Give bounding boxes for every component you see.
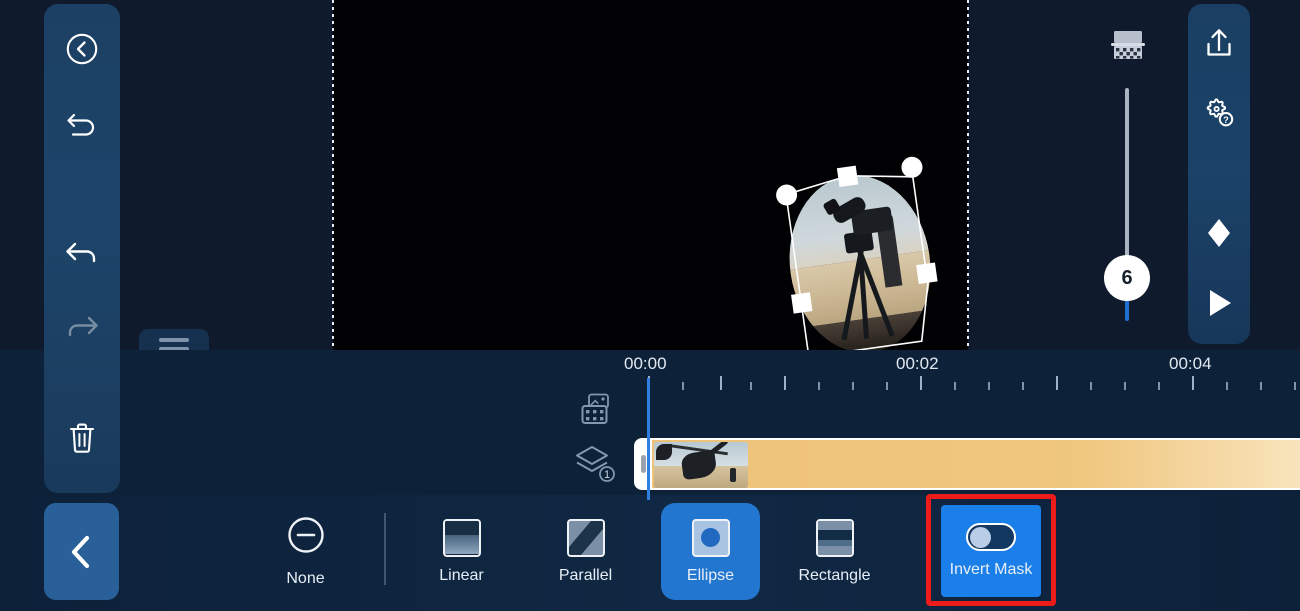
options-divider [384,513,386,585]
thumbnail-palm [656,444,672,460]
ruler-tick-minor [750,382,752,390]
canvas-guide-right [967,0,969,350]
mask-handle-bottom-left[interactable] [791,292,813,314]
slider-knob[interactable]: 6 [1104,255,1150,301]
hamburger-line [159,337,189,342]
ellipse-mask-icon [691,518,730,557]
mask-handle-mid-right[interactable] [916,262,938,284]
ruler-tick-major [920,376,922,390]
mask-option-label: Rectangle [798,566,871,584]
thumbnail-distant-person [730,468,736,482]
chevron-left-icon [71,535,89,568]
canvas-guide-left [332,0,334,350]
mask-options-bar [0,495,1300,611]
mask-option-label: Linear [439,566,484,584]
ruler-tick-major [784,376,786,390]
ruler-tick-major [1056,376,1058,390]
ruler-tick-minor [886,382,888,390]
ruler-time-label: 00:00 [624,354,667,373]
ruler-tick-minor [954,382,956,390]
mask-option-label: Ellipse [686,566,735,584]
export-upload-icon[interactable] [1188,8,1250,78]
mask-option-linear[interactable]: Linear [412,503,511,600]
mask-option-ellipse[interactable]: Ellipse [661,503,760,600]
slider-fill [1125,299,1129,321]
redo-arrow-icon[interactable] [44,290,120,364]
circle-minus-icon [286,515,326,560]
toggle-switch-icon[interactable] [966,523,1016,551]
mask-handle-top-center[interactable] [836,165,859,188]
parallel-mask-icon [566,518,605,557]
ruler-tick-minor [852,382,854,390]
ruler-tick-minor [1294,382,1296,390]
ruler-tick-minor [682,382,684,390]
gear-help-icon[interactable]: ? [1188,78,1250,148]
clip-body[interactable] [652,438,1300,490]
back-circle-icon[interactable] [44,12,120,86]
clip-handle-grip [640,455,646,473]
undo-arrow-icon[interactable] [44,216,120,290]
layer-badge-count: 1 [604,469,610,481]
hamburger-icon[interactable] [139,329,209,350]
hamburger-line [159,346,189,350]
ruler-tick-minor [1124,382,1126,390]
ruler-tick-major [1192,376,1194,390]
right-toolbar: ? [1188,4,1250,344]
rectangle-mask-icon [815,518,854,557]
ruler-time-label: 00:02 [896,354,939,373]
mask-option-label: None [286,570,325,587]
toggle-knob [970,527,991,548]
media-frames-icon[interactable] [580,393,618,432]
toolbar-gap [44,160,120,216]
feather-slider[interactable]: 6 [1100,26,1154,321]
feather-mask-icon[interactable] [1109,26,1147,71]
bottom-back-button[interactable] [44,503,119,600]
layers-icon[interactable]: 1 [575,445,619,490]
timeline-ruler[interactable]: 00:00 00:02 00:04 [0,350,1300,390]
ruler-tick-minor [1090,382,1092,390]
mask-option-none[interactable]: None [256,503,355,600]
timeline-playhead[interactable] [647,378,650,500]
mask-option-rectangle[interactable]: Rectangle [785,503,884,600]
ruler-tick-minor [1158,382,1160,390]
ruler-tick-minor [1260,382,1262,390]
play-icon[interactable] [1188,268,1250,338]
ruler-tick-minor [988,382,990,390]
mask-option-invert[interactable]: Invert Mask [941,505,1041,597]
trash-icon[interactable] [44,401,120,475]
mask-option-parallel[interactable]: Parallel [536,503,635,600]
mask-option-label: Parallel [558,566,613,584]
ruler-time-label: 00:04 [1169,354,1212,373]
undo-loop-icon[interactable] [44,86,120,160]
ruler-tick-major [720,376,722,390]
ruler-tick-minor [1022,382,1024,390]
diamond-keyframe-icon[interactable] [1188,198,1250,268]
svg-text:?: ? [1223,115,1229,125]
linear-mask-icon [442,518,481,557]
ruler-tick-minor [1226,382,1228,390]
ruler-tick-minor [818,382,820,390]
left-toolbar [44,4,120,493]
video-editor-screen: ? 6 00:00 00:02 00:04 1 None Linear Para… [0,0,1300,611]
mask-transform-frame[interactable] [769,153,950,350]
clip-thumbnail [654,442,748,488]
mask-option-label: Invert Mask [949,561,1033,578]
